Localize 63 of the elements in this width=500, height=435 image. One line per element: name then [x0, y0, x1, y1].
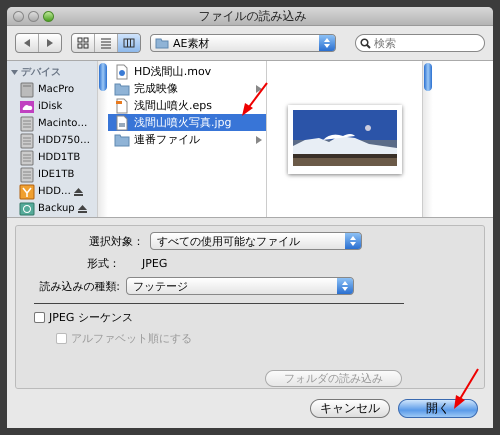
disclosure-icon [256, 136, 262, 144]
file-item[interactable]: 完成映像 [108, 80, 266, 97]
external-drive-icon [19, 184, 35, 200]
file-item[interactable]: HD浅間山.mov [108, 63, 266, 80]
search-field[interactable]: 検索 [355, 34, 485, 52]
sidebar-item[interactable]: HDD1TB [38, 152, 80, 163]
sidebar-item[interactable]: Macinto… [38, 118, 88, 129]
annotation-arrow [239, 81, 269, 117]
field-label: 形式： [86, 256, 120, 271]
list-icon [100, 37, 112, 49]
sidebar-heading: デバイス [21, 66, 61, 79]
stepper-icon [324, 38, 330, 48]
sidebar-item[interactable]: IDE1TB [38, 169, 74, 180]
zoom-button[interactable] [43, 10, 54, 22]
sidebar-item[interactable]: iDisk [38, 101, 62, 112]
disclosure-icon[interactable] [11, 68, 18, 76]
checkbox[interactable] [34, 312, 45, 323]
file-item[interactable]: 連番ファイル [108, 131, 266, 148]
stepper-icon [350, 236, 356, 246]
drive-icon [19, 166, 35, 182]
import-type-dropdown[interactable]: フッテージ [126, 277, 354, 295]
folder-icon [114, 80, 130, 96]
sidebar-item[interactable]: MacPro [38, 84, 74, 95]
view-button[interactable] [118, 34, 140, 52]
minimize-button[interactable] [28, 10, 39, 22]
drive-icon [19, 150, 35, 166]
back-icon [23, 39, 31, 47]
format-value: JPEG [142, 257, 168, 270]
field-label: 読み込みの種類: [38, 278, 120, 294]
search-icon [360, 38, 371, 49]
scrollbar[interactable] [97, 61, 108, 217]
cancel-button[interactable]: キャンセル [310, 399, 390, 418]
drive-icon [19, 132, 35, 148]
stepper-icon [342, 281, 348, 291]
sidebar-item[interactable]: Backup [38, 203, 75, 214]
columns-icon [123, 37, 135, 49]
forward-icon [46, 39, 54, 47]
file-item[interactable]: 浅間山噴火.eps [108, 97, 266, 114]
disclosure-icon [256, 84, 262, 92]
cloud-icon [19, 98, 35, 114]
scrollbar-thumb[interactable] [99, 63, 107, 91]
field-label: 選択対象： [88, 234, 144, 248]
computer-icon [19, 82, 35, 98]
document-icon [114, 98, 130, 114]
sidebar-item[interactable]: HDD750… [38, 135, 90, 146]
scrollbar-thumb[interactable] [424, 63, 432, 91]
grid-icon [77, 37, 89, 49]
location-dropdown[interactable]: AE素材 [150, 34, 336, 52]
close-button[interactable] [13, 10, 24, 22]
movie-file-icon [114, 64, 130, 80]
file-item[interactable]: 浅間山噴火写真.jpg [108, 114, 266, 131]
scrollbar[interactable] [422, 61, 433, 217]
drive-icon [19, 116, 35, 132]
checkbox-label: JPEG シーケンス [49, 310, 133, 325]
checkbox-label: アルファベット順にする [71, 331, 192, 346]
folder-icon [155, 37, 169, 49]
file-type-dropdown[interactable]: すべての使用可能なファイル [150, 232, 362, 250]
image-file-icon [114, 114, 130, 130]
open-button[interactable]: 開く [398, 399, 478, 418]
eject-icon[interactable] [78, 204, 87, 212]
window-title: ファイルの読み込み [198, 8, 308, 24]
sidebar-item[interactable]: HDD… [38, 186, 71, 197]
eject-icon[interactable] [74, 188, 83, 196]
